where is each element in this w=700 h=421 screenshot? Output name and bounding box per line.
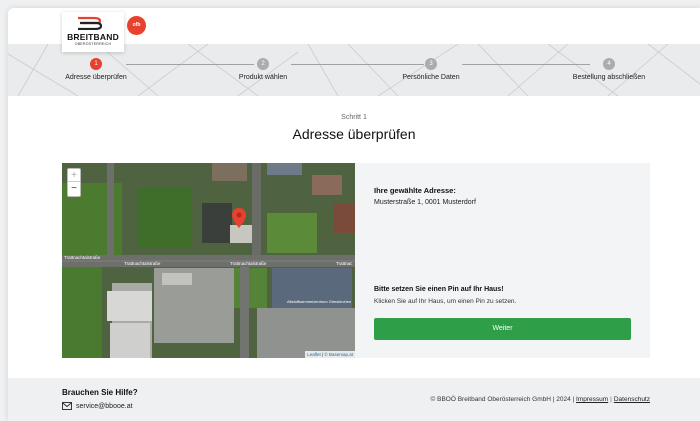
zoom-in-button[interactable]: + (68, 169, 80, 182)
street-label: Trattnac (336, 261, 353, 266)
brand-sub: OBERÖSTERREICH (74, 42, 112, 46)
step-2[interactable]: 2 Produkt wählen (223, 58, 303, 81)
basemap-link[interactable]: © Basemap.at (324, 352, 353, 357)
street-label: Trattnachtalstraße (64, 255, 101, 260)
map-imagery: Trattnachtalstraße Trattnachtalstraße Tr… (62, 163, 355, 358)
breitband-logo-mark-icon (78, 16, 102, 30)
page-title: Adresse überprüfen (292, 126, 416, 142)
zoom-out-button[interactable]: − (68, 182, 80, 195)
step-label: Bestellung abschließen (572, 74, 646, 81)
leaflet-link[interactable]: Leaflet (307, 352, 321, 357)
partner-logo[interactable]: ofb (127, 16, 146, 35)
attribution-separator: | (321, 352, 324, 357)
next-button[interactable]: Weiter (374, 318, 631, 340)
copyright-text: © BBOÖ Breitband Oberösterreich GmbH | 2… (430, 396, 575, 403)
address-card: Trattnachtalstraße Trattnachtalstraße Tr… (62, 163, 650, 358)
breitband-logo[interactable]: BREITBAND OBERÖSTERREICH (62, 12, 124, 52)
satellite-map[interactable]: Trattnachtalstraße Trattnachtalstraße Tr… (62, 163, 355, 358)
step-number: 3 (425, 58, 437, 70)
help-email-text[interactable]: service@bbooe.at (76, 403, 133, 410)
header: BREITBAND OBERÖSTERREICH ofb (8, 8, 700, 52)
datenschutz-link[interactable]: Datenschutz (614, 396, 650, 403)
step-label: Adresse überprüfen (65, 74, 127, 81)
map-pin-icon[interactable] (232, 208, 246, 228)
step-label: Produkt wählen (238, 74, 288, 81)
mail-icon (62, 402, 72, 410)
step-1[interactable]: 1 Adresse überprüfen (56, 58, 136, 81)
map-attribution: Leaflet | © Basemap.at (305, 351, 355, 358)
street-label: Trattnachtalstraße (124, 261, 161, 266)
building-label: Altstoffsammelzentrum Grieskirchen (287, 299, 351, 304)
zoom-control: + − (67, 168, 81, 197)
address-value: Musterstraße 1, 0001 Musterdorf (374, 199, 476, 206)
help-title: Brauchen Sie Hilfe? (62, 388, 138, 397)
step-kicker: Schritt 1 (341, 114, 367, 121)
help-email[interactable]: service@bbooe.at (62, 402, 133, 410)
pin-instruction-title: Bitte setzen Sie einen Pin auf Ihr Haus! (374, 286, 504, 293)
street-label: Trattnachtalstraße (230, 261, 267, 266)
step-4[interactable]: 4 Bestellung abschließen (569, 58, 649, 81)
step-number: 4 (603, 58, 615, 70)
impressum-link[interactable]: Impressum (576, 396, 608, 403)
footer: Brauchen Sie Hilfe? service@bbooe.at © B… (8, 378, 700, 421)
step-number: 2 (257, 58, 269, 70)
page-frame: BREITBAND OBERÖSTERREICH ofb 1 Adresse ü… (8, 8, 700, 421)
step-label: Persönliche Daten (402, 74, 460, 81)
brand-name: BREITBAND (67, 32, 119, 42)
pin-instruction-hint: Klicken Sie auf Ihr Haus, um einen Pin z… (374, 298, 517, 305)
step-number: 1 (90, 58, 102, 70)
step-3[interactable]: 3 Persönliche Daten (391, 58, 471, 81)
address-label: Ihre gewählte Adresse: (374, 186, 456, 195)
copyright: © BBOÖ Breitband Oberösterreich GmbH | 2… (431, 396, 650, 403)
